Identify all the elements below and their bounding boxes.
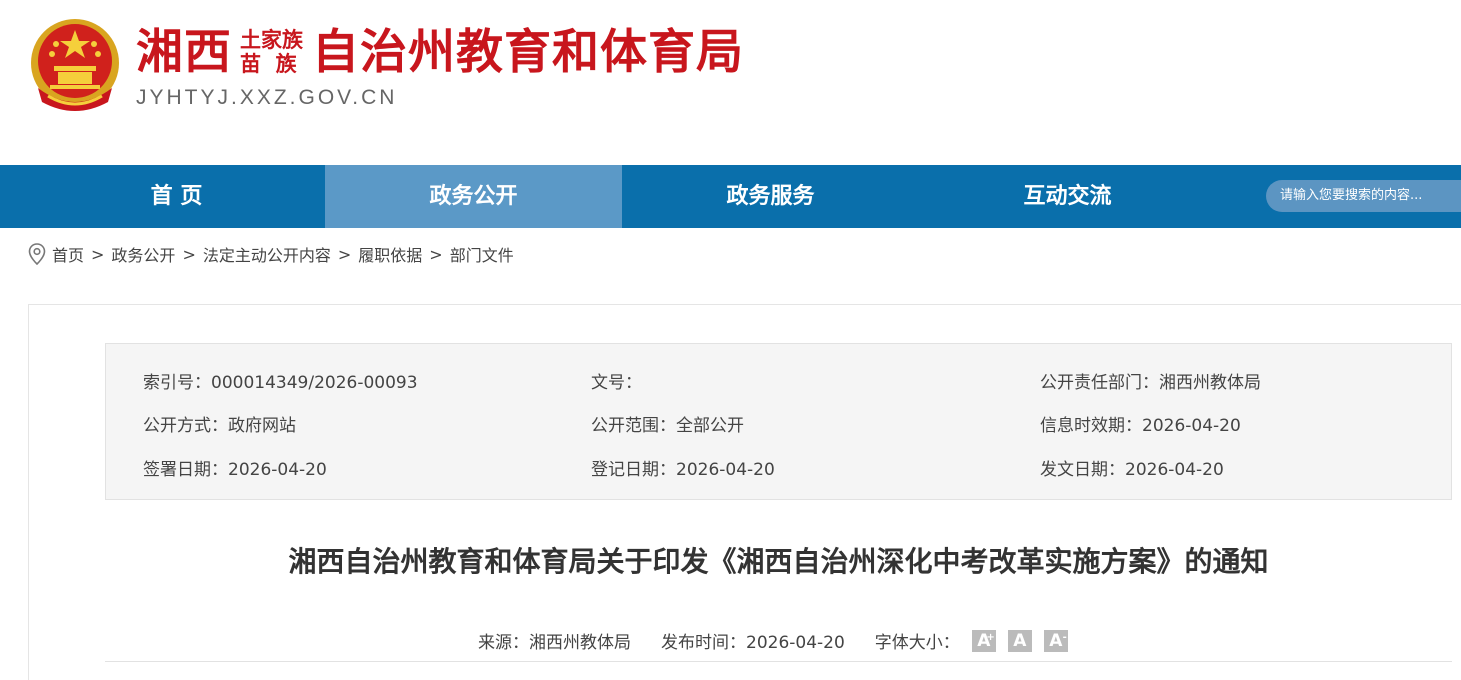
site-title-small-line2: 苗 族 — [240, 52, 297, 76]
breadcrumb-separator: > — [337, 244, 352, 264]
site-title-small: 土家族 苗 族 — [240, 28, 303, 76]
site-title-rest: 自治州教育和体育局 — [312, 25, 744, 80]
search-input[interactable]: 请输入您要搜索的内容... — [1266, 180, 1461, 212]
location-pin-icon — [28, 243, 46, 265]
info-issue-date: 发文日期：2026-04-20 — [1040, 460, 1224, 480]
info-sign-date: 签署日期：2026-04-20 — [143, 460, 327, 480]
article-source: 来源：湘西州教体局 — [478, 633, 631, 653]
breadcrumb-home[interactable]: 首页 — [52, 242, 84, 266]
info-index-no: 索引号：000014349/2026-00093 — [143, 373, 418, 393]
font-reset-button[interactable]: A — [1007, 629, 1032, 652]
breadcrumb: 首页 > 政务公开 > 法定主动公开内容 > 履职依据 > 部门文件 — [28, 242, 514, 266]
nav-item-gov-affairs-open[interactable]: 政务公开 — [325, 165, 622, 228]
main-nav: 首 页 政务公开 政务服务 互动交流 — [0, 165, 1461, 228]
info-reg-date: 登记日期：2026-04-20 — [591, 460, 775, 480]
breadcrumb-statutory[interactable]: 法定主动公开内容 — [203, 242, 331, 266]
site-title-small-line1: 土家族 — [240, 28, 303, 52]
breadcrumb-gov-affairs[interactable]: 政务公开 — [111, 242, 175, 266]
breadcrumb-dept-docs[interactable]: 部门文件 — [450, 242, 514, 266]
breadcrumb-duty-basis[interactable]: 履职依据 — [358, 242, 422, 266]
nav-item-home[interactable]: 首 页 — [28, 165, 325, 228]
article-title: 湘西自治州教育和体育局关于印发《湘西自治州深化中考改革实施方案》的通知 — [288, 545, 1269, 578]
site-title-prefix: 湘西 — [136, 25, 232, 80]
article-meta: 来源：湘西州教体局 发布时间：2026-04-20 字体大小： A + A A- — [478, 628, 1068, 653]
info-scope: 公开范围：全部公开 — [591, 416, 744, 436]
font-increase-button[interactable]: A + — [971, 629, 996, 652]
info-method: 公开方式：政府网站 — [143, 416, 296, 436]
font-size-label: 字体大小： — [874, 633, 960, 653]
info-dept: 公开责任部门：湘西州教体局 — [1040, 373, 1261, 393]
article-publish-time: 发布时间：2026-04-20 — [661, 633, 845, 653]
nav-item-interaction[interactable]: 互动交流 — [919, 165, 1216, 228]
site-domain: JYHTYJ.XXZ.GOV.CN — [136, 86, 398, 109]
breadcrumb-separator: > — [182, 244, 196, 264]
breadcrumb-separator: > — [91, 244, 105, 264]
national-emblem-icon[interactable] — [28, 16, 122, 116]
font-decrease-button[interactable]: A- — [1043, 629, 1068, 652]
site-header: 湘西 土家族 苗 族 自治州教育和体育局 JYHTYJ.XXZ.GOV.CN — [0, 0, 1461, 165]
nav-item-gov-services[interactable]: 政务服务 — [622, 165, 919, 228]
info-doc-no: 文号： — [591, 373, 642, 393]
breadcrumb-separator: > — [429, 244, 443, 264]
divider — [105, 661, 1452, 662]
info-valid-date: 信息时效期：2026-04-20 — [1040, 416, 1241, 436]
